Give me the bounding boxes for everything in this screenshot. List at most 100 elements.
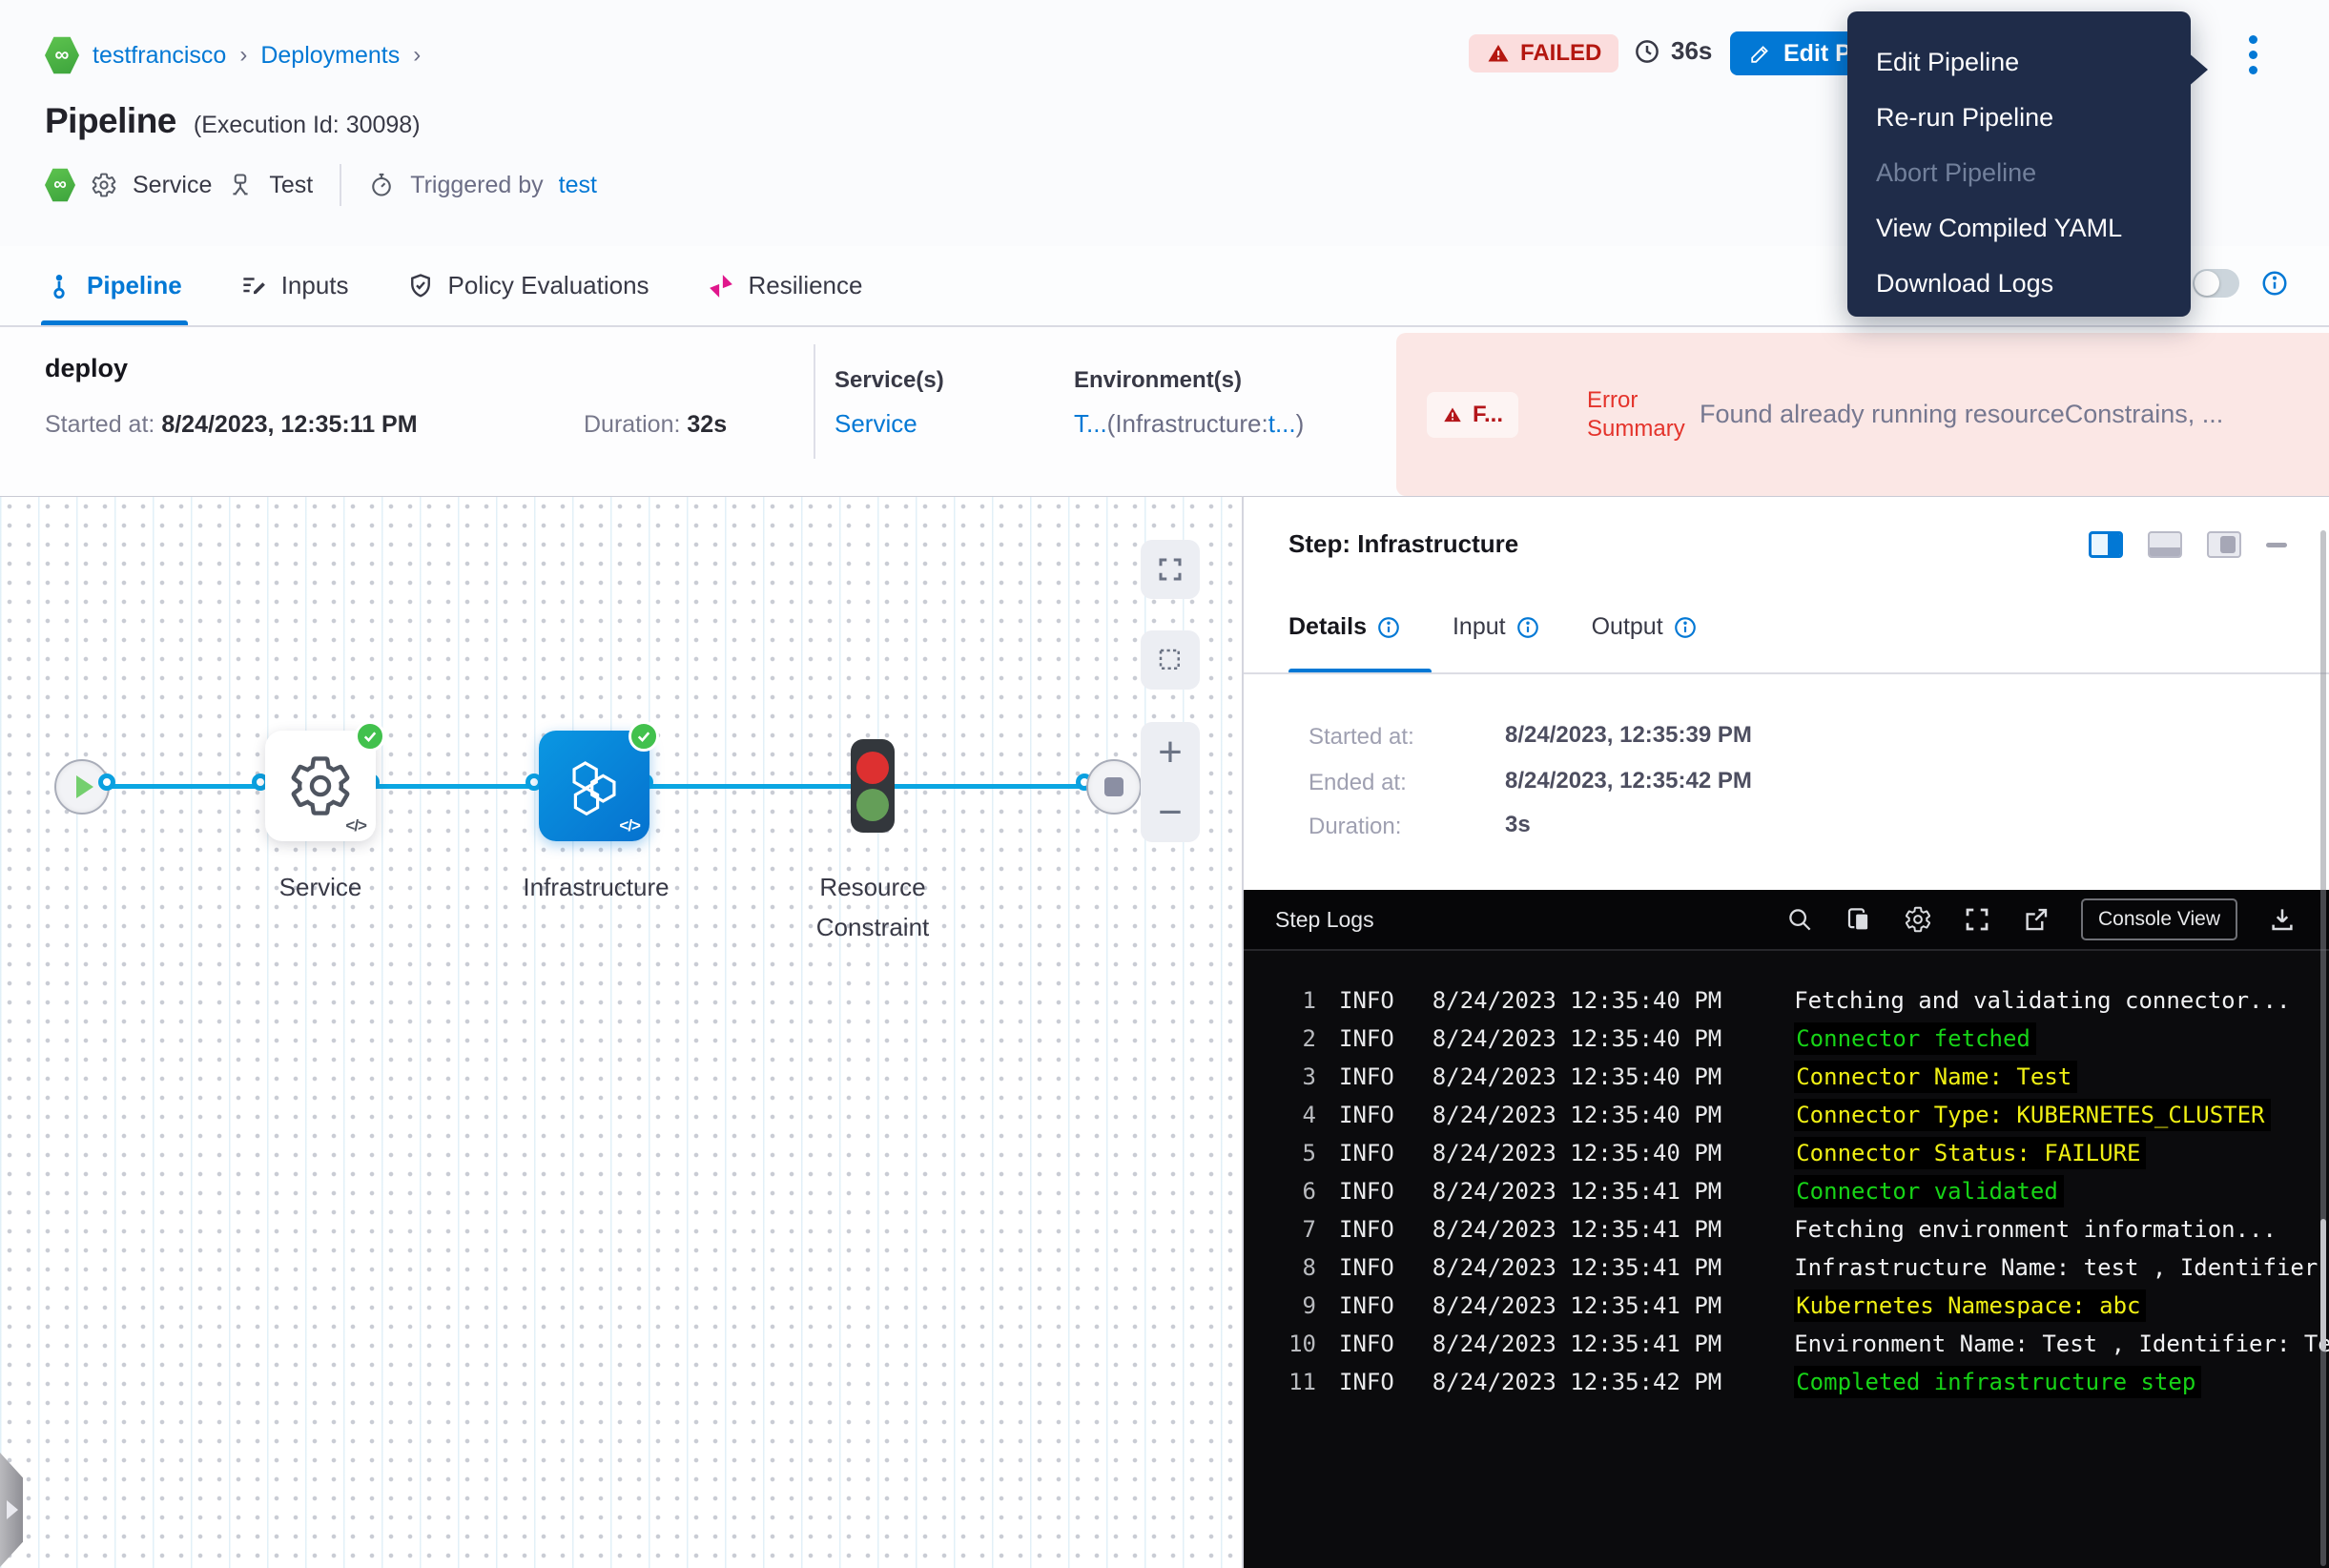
info-icon	[1515, 615, 1540, 640]
tab-policy-evaluations-label: Policy Evaluations	[448, 271, 649, 300]
service-name[interactable]: Service	[133, 172, 212, 199]
copy-icon[interactable]	[1845, 905, 1873, 934]
tab-input[interactable]: Input	[1453, 613, 1540, 641]
menu-item-abort-pipeline: Abort Pipeline	[1847, 145, 2191, 200]
tab-inputs[interactable]: Inputs	[239, 246, 349, 325]
pencil-icon	[1749, 42, 1772, 65]
total-duration-text: 36s	[1671, 36, 1712, 66]
step-logs-title: Step Logs	[1275, 907, 1374, 933]
environment-link[interactable]: T...(Infrastructure:t...)	[1074, 409, 1304, 439]
scrollbar-thumb[interactable]	[2320, 1219, 2326, 1351]
resilience-chaos-icon	[707, 272, 735, 300]
gear-icon[interactable]	[1904, 905, 1932, 934]
inputs-tab-icon	[239, 272, 268, 300]
detail-value-duration: 3s	[1505, 812, 1531, 838]
code-glyph: </>	[345, 816, 366, 836]
node-label-resource-constraint: Resource Constraint	[787, 867, 958, 947]
breadcrumb-deployments-link[interactable]: Deployments	[260, 42, 400, 70]
menu-item-edit-pipeline[interactable]: Edit Pipeline	[1847, 34, 2191, 90]
left-panel-expander[interactable]	[0, 1453, 23, 1567]
step-logs-console: Step Logs Console View 1INFO8/24/2023 12…	[1244, 890, 2329, 1568]
fullscreen-icon	[1156, 555, 1185, 584]
debug-toggle[interactable]	[2193, 269, 2239, 298]
chevron-right-icon	[7, 1500, 18, 1519]
services-column: Service(s) Service	[835, 367, 944, 439]
hexagons-infrastructure-icon	[564, 755, 625, 816]
traffic-red-light	[856, 752, 889, 784]
info-icon[interactable]	[2260, 269, 2289, 298]
stage-duration: Duration: 32s	[584, 411, 727, 439]
detail-label-started: Started at:	[1309, 724, 1414, 751]
canvas-fullscreen-button[interactable]	[1141, 540, 1200, 599]
traffic-green-light	[856, 789, 889, 821]
tab-details[interactable]: Details	[1288, 613, 1401, 641]
node-label-service: Service	[265, 867, 376, 907]
fullscreen-icon[interactable]	[1963, 905, 1991, 934]
pipeline-canvas[interactable]: </> </> Service Infrastructure Resource	[0, 496, 1242, 1568]
service-link[interactable]: Service	[835, 409, 944, 439]
tab-resilience-label: Resilience	[749, 271, 863, 300]
menu-item-view-compiled-yaml[interactable]: View Compiled YAML	[1847, 200, 2191, 256]
resource-constraint-node[interactable]	[851, 739, 895, 833]
log-line: 4INFO8/24/2023 12:35:40 PMConnector Type…	[1244, 1096, 2329, 1134]
info-icon	[1376, 615, 1401, 640]
clock-icon	[1633, 37, 1661, 66]
search-icon[interactable]	[1785, 905, 1814, 934]
breadcrumb-separator: ›	[239, 42, 247, 69]
divider	[340, 164, 341, 206]
stage-name[interactable]: deploy	[45, 354, 128, 383]
log-line: 8INFO8/24/2023 12:35:41 PMInfrastructure…	[1244, 1248, 2329, 1287]
title-row: Pipeline (Execution Id: 30098)	[45, 101, 421, 141]
step-details-panel: Step: Infrastructure Details Input	[1242, 496, 2329, 1568]
active-tab-underline	[41, 320, 188, 325]
gear-icon	[287, 753, 354, 819]
services-label: Service(s)	[835, 367, 944, 394]
layout-bottom-view-icon[interactable]	[2148, 531, 2182, 558]
page-title: Pipeline	[45, 101, 176, 141]
log-lines[interactable]: 1INFO8/24/2023 12:35:40 PMFetching and v…	[1244, 953, 2329, 1568]
panel-layout-switcher	[2089, 531, 2287, 558]
minimize-panel-icon[interactable]	[2266, 543, 2287, 547]
infrastructure-step-node[interactable]: </>	[539, 731, 649, 841]
menu-item-rerun-pipeline[interactable]: Re-run Pipeline	[1847, 90, 2191, 145]
log-line: 2INFO8/24/2023 12:35:40 PMConnector fetc…	[1244, 1020, 2329, 1058]
breadcrumb: ∞ testfrancisco › Deployments ›	[45, 36, 421, 74]
end-node[interactable]	[1086, 759, 1142, 815]
warning-triangle-icon	[1486, 42, 1511, 65]
tab-resilience[interactable]: Resilience	[707, 246, 863, 325]
success-check-icon	[629, 721, 659, 752]
started-at-label: Started at:	[45, 411, 155, 438]
service-step-node[interactable]: </>	[265, 731, 376, 841]
tab-output-label: Output	[1592, 613, 1663, 641]
harness-cd-module-icon: ∞	[45, 36, 79, 74]
tab-pipeline[interactable]: Pipeline	[45, 246, 182, 325]
layout-split-view-icon[interactable]	[2089, 531, 2123, 558]
scrollbar[interactable]	[2320, 530, 2326, 1566]
layout-right-view-icon[interactable]	[2207, 531, 2241, 558]
zoom-out-button[interactable]: −	[1158, 794, 1183, 832]
step-detail-tabs: Details Input Output	[1288, 613, 1698, 641]
status-badge: FAILED	[1469, 34, 1618, 72]
tab-policy-evaluations[interactable]: Policy Evaluations	[406, 246, 649, 325]
triggered-by-user-link[interactable]: test	[559, 172, 597, 199]
detail-value-started: 8/24/2023, 12:35:39 PM	[1505, 722, 1752, 749]
triggered-by-label: Triggered by	[410, 172, 543, 199]
tab-output[interactable]: Output	[1592, 613, 1698, 641]
stopwatch-icon	[368, 172, 395, 198]
download-icon[interactable]	[2268, 905, 2297, 934]
tab-inputs-label: Inputs	[281, 271, 349, 300]
zoom-in-button[interactable]: +	[1158, 733, 1183, 772]
status-text: FAILED	[1520, 40, 1601, 67]
console-view-button[interactable]: Console View	[2081, 898, 2237, 940]
step-panel-title: Step: Infrastructure	[1288, 529, 1518, 559]
canvas-zoom-controls: + −	[1141, 722, 1200, 842]
more-options-kebab-icon[interactable]	[2237, 32, 2268, 76]
canvas-marquee-select-button[interactable]	[1141, 630, 1200, 690]
divider	[1244, 672, 2329, 674]
breadcrumb-org-link[interactable]: testfrancisco	[93, 42, 226, 70]
pipeline-name[interactable]: Test	[269, 172, 313, 199]
tab-pipeline-label: Pipeline	[87, 271, 182, 300]
external-link-icon[interactable]	[2022, 905, 2051, 934]
menu-item-download-logs[interactable]: Download Logs	[1847, 256, 2191, 311]
log-line: 3INFO8/24/2023 12:35:40 PMConnector Name…	[1244, 1058, 2329, 1096]
